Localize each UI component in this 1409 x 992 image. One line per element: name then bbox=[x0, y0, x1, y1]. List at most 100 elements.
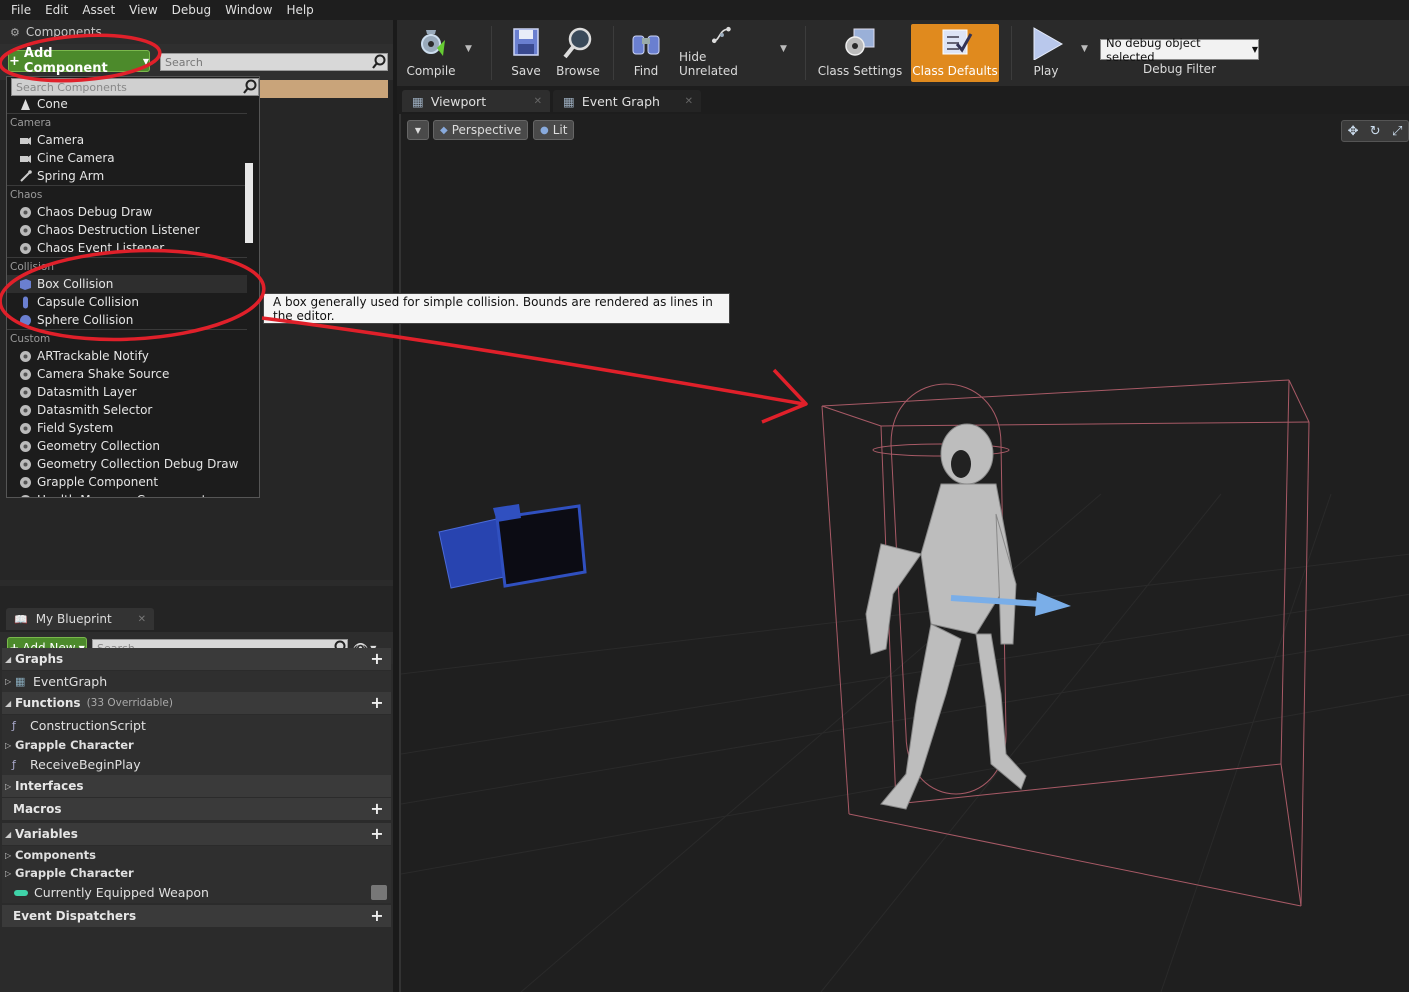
component-search-input[interactable]: Search Components bbox=[11, 78, 259, 96]
menu-file[interactable]: File bbox=[4, 0, 38, 20]
search-icon bbox=[372, 54, 386, 69]
components-tab[interactable]: ⚙ Components bbox=[4, 22, 154, 42]
components-search-placeholder: Search bbox=[165, 55, 203, 69]
graphs-section[interactable]: ◢ Graphs + bbox=[2, 648, 391, 671]
variables-section[interactable]: ◢ Variables + bbox=[2, 823, 391, 846]
component-list-scrollbar[interactable] bbox=[245, 163, 253, 243]
components-category[interactable]: ▷ Components bbox=[2, 846, 391, 864]
component-item-health-manager-component[interactable]: Health Manager Component bbox=[7, 491, 247, 497]
component-item-grapple-component[interactable]: Grapple Component bbox=[7, 473, 247, 491]
component-item-field-system[interactable]: Field System bbox=[7, 419, 247, 437]
component-item-camera[interactable]: Camera bbox=[7, 131, 247, 149]
variables-label: Variables bbox=[15, 827, 78, 841]
viewport[interactable]: ▼ ◆ Perspective ● Lit ✥ ↻ ⤢ bbox=[399, 114, 1409, 992]
component-item-capsule-collision[interactable]: Capsule Collision bbox=[7, 293, 247, 311]
menu-debug[interactable]: Debug bbox=[165, 0, 218, 20]
close-icon[interactable]: ✕ bbox=[138, 614, 146, 625]
lit-button[interactable]: ● Lit bbox=[533, 120, 575, 140]
my-blueprint-tab[interactable]: 📖 My Blueprint ✕ bbox=[6, 608, 154, 630]
interfaces-section[interactable]: ▷ Interfaces bbox=[2, 775, 391, 798]
toolbar-separator bbox=[491, 26, 492, 80]
close-icon[interactable]: ✕ bbox=[685, 96, 693, 107]
currently-equipped-weapon-variable[interactable]: Currently Equipped Weapon bbox=[2, 882, 391, 903]
component-item-geometry-collection-debug-draw[interactable]: Geometry Collection Debug Draw bbox=[7, 455, 247, 473]
scale-tool-icon[interactable]: ⤢ bbox=[1392, 124, 1402, 139]
play-label: Play bbox=[1033, 64, 1059, 78]
component-item-cine-camera[interactable]: Cine Camera bbox=[7, 149, 247, 167]
receive-begin-play-item[interactable]: ƒ ReceiveBeginPlay bbox=[2, 754, 391, 775]
component-item-datasmith-selector[interactable]: Datasmith Selector bbox=[7, 401, 247, 419]
macros-section[interactable]: Macros + bbox=[2, 798, 391, 821]
component-icon bbox=[19, 458, 32, 471]
add-macro-button[interactable]: + bbox=[369, 801, 385, 817]
component-item-label: Field System bbox=[37, 421, 114, 435]
add-component-button[interactable]: + Add Component ▼ bbox=[8, 46, 150, 76]
menu-help[interactable]: Help bbox=[279, 0, 320, 20]
compile-button[interactable]: Compile bbox=[401, 24, 461, 82]
event-graph-item[interactable]: ▷ ▦ EventGraph bbox=[2, 671, 391, 692]
debug-object-select[interactable]: No debug object selected ▼ bbox=[1100, 36, 1259, 64]
menu-edit[interactable]: Edit bbox=[38, 0, 75, 20]
tab-event-graph[interactable]: ▦ Event Graph ✕ bbox=[553, 90, 701, 112]
add-graph-button[interactable]: + bbox=[369, 651, 385, 667]
add-event-dispatcher-button[interactable]: + bbox=[369, 908, 385, 924]
add-function-button[interactable]: + bbox=[369, 695, 385, 711]
perspective-button[interactable]: ◆ Perspective bbox=[433, 120, 529, 140]
tab-viewport-label: Viewport bbox=[430, 93, 487, 109]
component-item-label: Cone bbox=[37, 97, 68, 111]
component-item-spring-arm[interactable]: Spring Arm bbox=[7, 167, 247, 185]
component-item-label: Cine Camera bbox=[37, 151, 115, 165]
component-item-sphere-collision[interactable]: Sphere Collision bbox=[7, 311, 247, 329]
hide-unrelated-button[interactable]: Hide Unrelated bbox=[679, 24, 765, 82]
component-item-label: Health Manager Component bbox=[37, 493, 206, 497]
component-item-chaos-debug-draw[interactable]: Chaos Debug Draw bbox=[7, 203, 247, 221]
browse-button[interactable]: Browse bbox=[553, 24, 603, 82]
visibility-icon[interactable] bbox=[371, 885, 387, 900]
event-dispatchers-section[interactable]: Event Dispatchers + bbox=[2, 905, 391, 928]
add-component-label: Add Component bbox=[23, 46, 108, 76]
construction-script-item[interactable]: ƒ ConstructionScript bbox=[2, 715, 391, 736]
class-defaults-button[interactable]: Class Defaults bbox=[911, 24, 999, 82]
move-tool-icon[interactable]: ✥ bbox=[1348, 124, 1359, 139]
menu-asset[interactable]: Asset bbox=[75, 0, 122, 20]
expand-icon: ▷ bbox=[5, 740, 12, 750]
menu-view[interactable]: View bbox=[122, 0, 164, 20]
component-item-chaos-destruction-listener[interactable]: Chaos Destruction Listener bbox=[7, 221, 247, 239]
find-button[interactable]: Find bbox=[623, 24, 669, 82]
component-icon bbox=[19, 242, 32, 255]
selected-component-row[interactable] bbox=[260, 80, 388, 98]
grapple-character-variables-category[interactable]: ▷ Grapple Character bbox=[2, 864, 391, 882]
add-variable-button[interactable]: + bbox=[369, 826, 385, 842]
component-category-collision: Collision bbox=[7, 257, 247, 275]
play-button[interactable]: Play bbox=[1021, 24, 1071, 82]
save-button[interactable]: Save bbox=[501, 24, 551, 82]
component-item-camera-shake-source[interactable]: Camera Shake Source bbox=[7, 365, 247, 383]
class-settings-button[interactable]: Class Settings bbox=[817, 24, 903, 82]
rotate-tool-icon[interactable]: ↻ bbox=[1370, 124, 1381, 139]
play-options-dropdown[interactable]: ▼ bbox=[1081, 44, 1088, 54]
expand-icon: ▷ bbox=[5, 781, 12, 791]
component-item-geometry-collection[interactable]: Geometry Collection bbox=[7, 437, 247, 455]
close-icon[interactable]: ✕ bbox=[534, 96, 542, 107]
functions-section[interactable]: ◢ Functions (33 Overridable) + bbox=[2, 692, 391, 715]
component-item-cone[interactable]: Cone bbox=[7, 95, 247, 113]
component-icon bbox=[19, 224, 32, 237]
component-item-artrackable-notify[interactable]: ARTrackable Notify bbox=[7, 347, 247, 365]
component-item-label: Chaos Debug Draw bbox=[37, 205, 153, 219]
components-search-input[interactable]: Search bbox=[160, 53, 388, 71]
functions-overridable-count: (33 Overridable) bbox=[86, 697, 173, 709]
viewport-options-button[interactable]: ▼ bbox=[407, 120, 429, 140]
tab-viewport[interactable]: ▦ Viewport ✕ bbox=[402, 90, 550, 112]
compile-options-dropdown[interactable]: ▼ bbox=[465, 44, 472, 54]
play-icon bbox=[1033, 27, 1064, 60]
hide-unrelated-dropdown[interactable]: ▼ bbox=[780, 44, 787, 54]
component-item-chaos-event-listener[interactable]: Chaos Event Listener bbox=[7, 239, 247, 257]
menu-window[interactable]: Window bbox=[218, 0, 279, 20]
grapple-character-category[interactable]: ▷ Grapple Character bbox=[2, 736, 391, 754]
component-item-box-collision[interactable]: Box Collision bbox=[7, 275, 247, 293]
component-item-label: ARTrackable Notify bbox=[37, 349, 149, 363]
components-tab-label: Components bbox=[25, 25, 102, 39]
component-item-label: Datasmith Selector bbox=[37, 403, 153, 417]
box-collision-icon bbox=[19, 278, 32, 291]
component-item-datasmith-layer[interactable]: Datasmith Layer bbox=[7, 383, 247, 401]
